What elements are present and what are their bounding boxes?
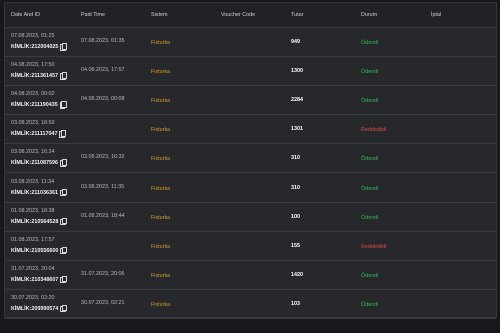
row-paid-time: 30.07.2023, 02:21 — [81, 299, 125, 306]
row-date: 04.08.2023, 17:50 — [11, 62, 55, 69]
row-date: 07.08.2023, 01:25 — [11, 33, 55, 39]
copy-icon[interactable] — [59, 101, 67, 109]
row-date: 03.08.2023, 18:50 — [11, 120, 55, 127]
header-voucher-code: Voucher Code — [221, 12, 256, 18]
header-sistem: Sistem — [151, 12, 168, 18]
row-kimlik-text: KİMLİK:211036361 — [11, 189, 59, 196]
row-durum: Ödendi — [361, 40, 379, 46]
row-tutar: 2284 — [291, 97, 303, 104]
row-tutar: 155 — [291, 242, 300, 249]
row-durum: Ödendi — [361, 69, 379, 76]
copy-icon[interactable] — [60, 304, 68, 313]
row-kimlik: KİMLİK:210556600 — [11, 246, 68, 255]
row-kimlik: KİMLİK:210348607 — [11, 275, 68, 284]
copy-icon[interactable] — [60, 43, 68, 51]
table-row: 01.08.2023, 18:38 KİMLİK:210564528 01.08.2… — [5, 203, 496, 232]
row-date: 04.08.2023, 00:02 — [11, 91, 55, 98]
row-sistem: Fixturka — [151, 127, 171, 134]
row-kimlik-text: KİMLİK:210348607 — [11, 276, 59, 283]
header-tutar: Tutar — [291, 12, 304, 18]
row-kimlik: KİMLİK:211036361 — [11, 188, 68, 196]
row-tutar: 1420 — [291, 271, 303, 278]
row-date: 03.08.2023, 16:24 — [11, 149, 55, 156]
row-sistem: Fixturka — [151, 98, 171, 105]
row-tutar: 949 — [291, 39, 300, 45]
transactions-table: Date And ID Paid Time Sistem Voucher Cod… — [4, 2, 497, 319]
table-row: 07.08.2023, 01:25 KİMLİK:212004025 07.08.2… — [5, 28, 496, 58]
table-row: 03.08.2023, 16:24 KİMLİK:211087596 03.08.2… — [5, 144, 496, 174]
row-kimlik-text: KİMLİK:211190435 — [11, 102, 58, 109]
table-row: 03.08.2023, 18:50 KİMLİK:211117047 Fixturk… — [5, 115, 496, 145]
table-row: 04.08.2023, 17:50 KİMLİK:211361457 04.08.2… — [5, 57, 496, 87]
row-sistem: Fixturka — [151, 40, 171, 46]
row-kimlik: KİMLİK:211361457 — [11, 72, 68, 80]
row-durum: Ödendi — [361, 272, 379, 279]
row-kimlik: KİMLİK:212004025 — [11, 43, 68, 51]
row-paid-time: 07.08.2023, 01:35 — [81, 38, 125, 44]
row-sistem: Fixturka — [151, 301, 171, 308]
row-paid-time: 01.08.2023, 18:44 — [81, 212, 125, 219]
table-row: 30.07.2023, 02:20 KİMLİK:209990574 30.07.2… — [5, 290, 496, 319]
row-paid-time: 04.08.2023, 00:08 — [81, 96, 125, 103]
row-kimlik-text: KİMLİK:211087596 — [11, 160, 59, 167]
row-tutar: 310 — [291, 184, 300, 191]
table-row: 31.07.2023, 20:04 KİMLİK:210348607 31.07.2… — [5, 261, 496, 290]
row-sistem: Fixturka — [151, 185, 171, 192]
row-date: 01.08.2023, 18:38 — [11, 207, 55, 214]
row-kimlik: KİMLİK:210564528 — [11, 217, 68, 226]
row-kimlik: KİMLİK:211117047 — [11, 130, 67, 138]
row-date: 30.07.2023, 02:20 — [11, 294, 55, 301]
row-durum: Ödendi — [361, 185, 379, 192]
header-iptal: İptal — [431, 12, 442, 18]
row-durum: Ödendi — [361, 156, 379, 163]
row-sistem: Fixturka — [151, 243, 171, 250]
row-tutar: 103 — [291, 300, 300, 307]
row-durum: Ödendi — [361, 301, 379, 308]
row-kimlik-text: KİMLİK:209990574 — [11, 305, 59, 312]
row-paid-time: 03.08.2023, 11:35 — [81, 183, 125, 190]
row-kimlik-text: KİMLİK:211361457 — [11, 73, 59, 80]
row-date: 31.07.2023, 20:04 — [11, 265, 55, 272]
table-row: 01.08.2023, 17:57 KİMLİK:210556600 Fixturk… — [5, 232, 496, 261]
copy-icon[interactable] — [60, 217, 68, 226]
table-row: 04.08.2023, 00:02 KİMLİK:211190435 04.08.2… — [5, 86, 496, 116]
row-durum: Reddedildi — [361, 127, 387, 134]
row-tutar: 100 — [291, 213, 300, 220]
row-paid-time: 31.07.2023, 20:06 — [81, 270, 125, 277]
row-durum: Ödendi — [361, 214, 379, 221]
copy-icon[interactable] — [60, 159, 68, 167]
table-row: 03.08.2023, 11:34 KİMLİK:211036361 03.08.2… — [5, 174, 496, 203]
row-kimlik: KİMLİK:211190435 — [11, 101, 67, 109]
row-tutar: 1301 — [291, 126, 303, 133]
row-durum: Ödendi — [361, 98, 379, 105]
row-durum: Reddedildi — [361, 243, 387, 250]
row-date: 01.08.2023, 17:57 — [11, 236, 55, 243]
copy-icon[interactable] — [59, 130, 67, 138]
row-tutar: 310 — [291, 155, 300, 162]
row-paid-time: 04.08.2023, 17:57 — [81, 67, 125, 74]
row-kimlik-text: KİMLİK:210564528 — [11, 218, 59, 225]
row-sistem: Fixturka — [151, 272, 171, 279]
copy-icon[interactable] — [60, 275, 68, 284]
row-tutar: 1300 — [291, 68, 303, 75]
copy-icon[interactable] — [60, 72, 68, 80]
header-durum: Durum — [361, 12, 378, 18]
row-kimlik-text: KİMLİK:210556600 — [11, 247, 59, 254]
copy-icon[interactable] — [60, 188, 68, 196]
copy-icon[interactable] — [60, 246, 68, 255]
row-kimlik: KİMLİK:211087596 — [11, 159, 68, 167]
row-sistem: Fixturka — [151, 69, 171, 76]
row-kimlik-text: KİMLİK:212004025 — [11, 44, 59, 50]
row-date: 03.08.2023, 11:34 — [11, 178, 55, 185]
header-paid-time: Paid Time — [81, 12, 105, 18]
header-date-and-id: Date And ID — [11, 12, 41, 18]
row-sistem: Fixturka — [151, 156, 171, 163]
table-header: Date And ID Paid Time Sistem Voucher Cod… — [5, 3, 496, 28]
row-kimlik: KİMLİK:209990574 — [11, 304, 68, 313]
row-kimlik-text: KİMLİK:211117047 — [11, 131, 58, 138]
row-sistem: Fixturka — [151, 214, 171, 221]
row-paid-time: 03.08.2023, 16:32 — [81, 154, 125, 161]
